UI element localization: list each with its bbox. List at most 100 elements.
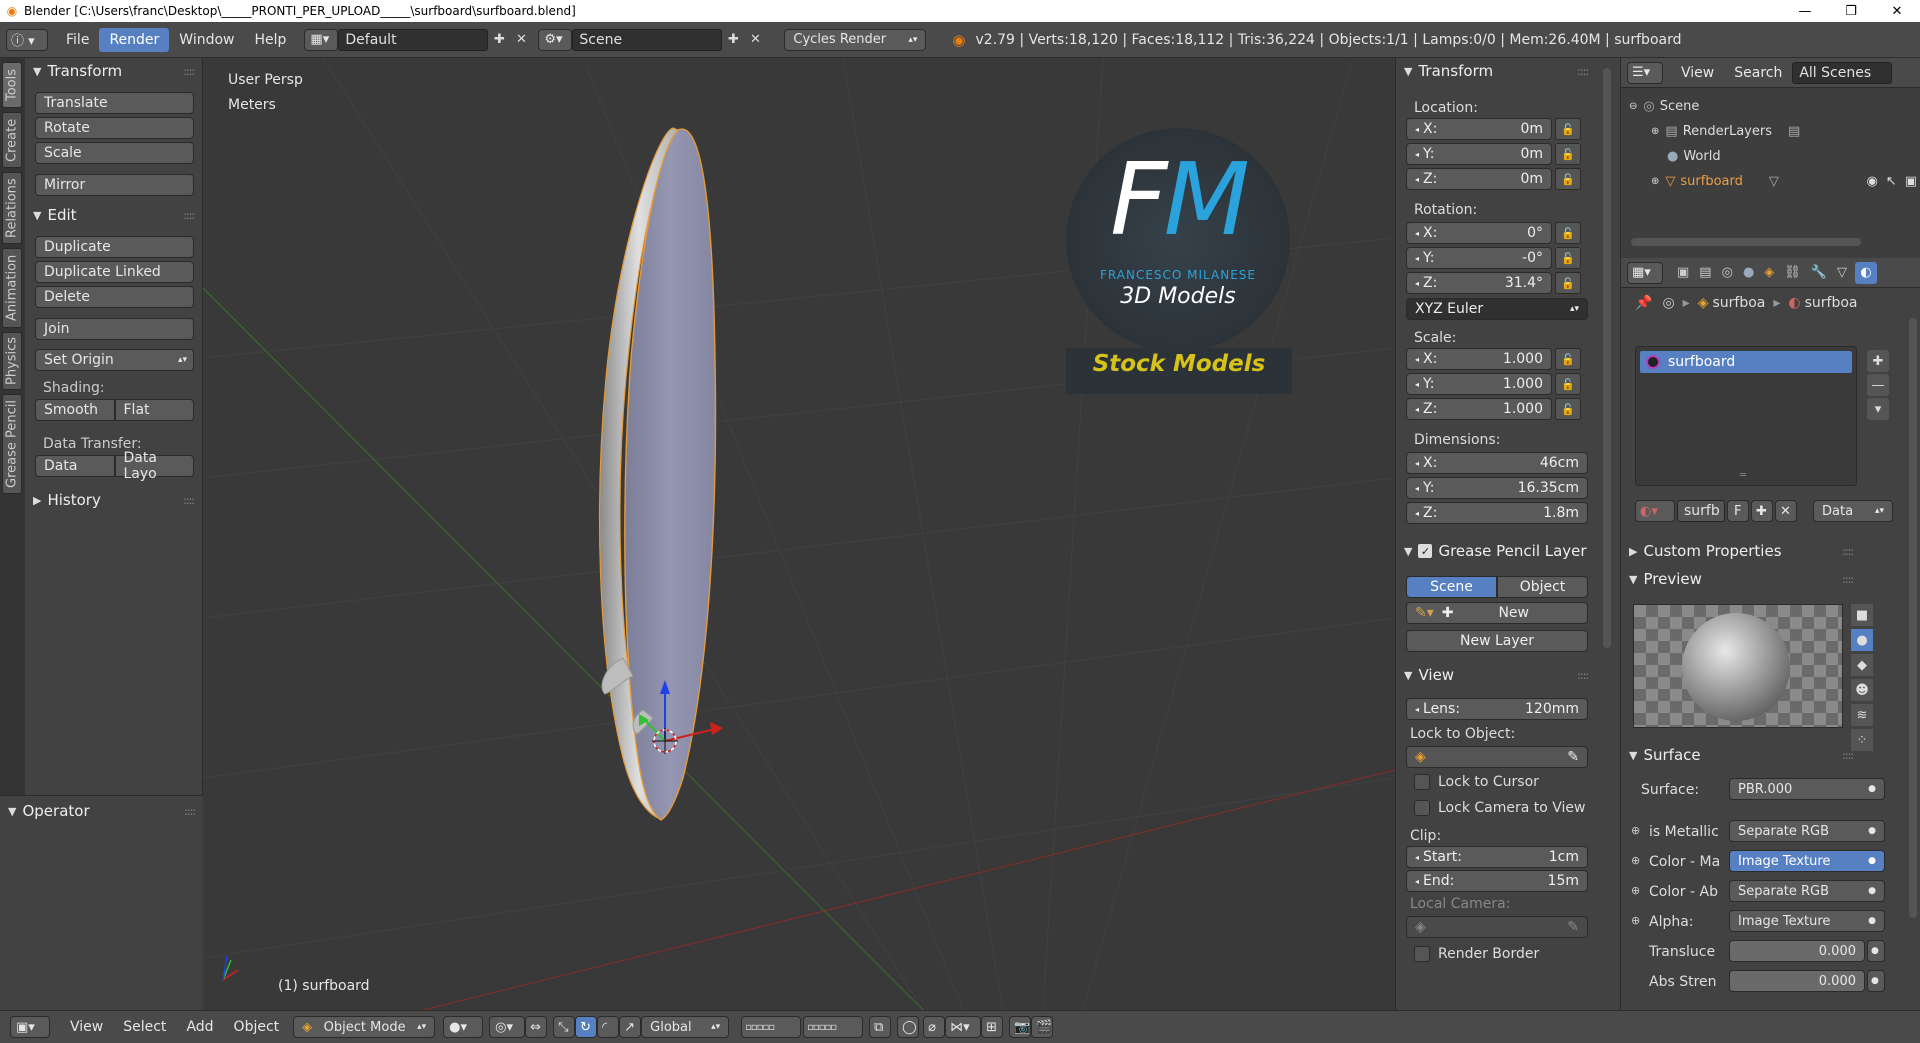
scale-manipulator-icon[interactable]: ◜ xyxy=(597,1016,620,1038)
lock-layers-icon[interactable]: ⧉ xyxy=(869,1016,892,1038)
lock-cursor-checkbox[interactable] xyxy=(1414,774,1430,790)
rotate-button[interactable]: Rotate xyxy=(35,117,194,139)
remove-layout-icon[interactable]: ✕ xyxy=(510,29,532,51)
pivot-point-icon[interactable]: ◎▾ xyxy=(489,1016,526,1038)
join-button[interactable]: Join xyxy=(35,318,194,340)
minimize-button[interactable]: — xyxy=(1782,0,1828,22)
properties-scrollbar[interactable] xyxy=(1909,318,1917,918)
clip-end-field[interactable]: ◂ End: 15m xyxy=(1406,870,1588,892)
outliner-h-scrollbar[interactable] xyxy=(1631,238,1861,246)
scene-context-icon[interactable]: ◎ xyxy=(1722,265,1733,280)
is-metallic-input[interactable]: Separate RGB ● xyxy=(1729,820,1885,842)
rotation-x-field[interactable]: ◂ X: 0° xyxy=(1406,222,1552,244)
scale-button[interactable]: Scale xyxy=(35,142,194,164)
tree-item-renderlayers[interactable]: ⊕ ▤ RenderLayers ▤ xyxy=(1651,121,1800,141)
preview-flat-icon[interactable]: ■ xyxy=(1851,604,1873,626)
3d-viewport[interactable]: FM FRANCESCO MILANESE 3D Models Stock Mo… xyxy=(203,58,1395,1010)
preview-monkey-icon[interactable]: ☻ xyxy=(1851,679,1873,701)
location-z-lock-icon[interactable]: 🔓 xyxy=(1555,168,1581,190)
grip-icon[interactable]: :::: xyxy=(183,209,195,222)
outliner-search-menu[interactable]: Search xyxy=(1724,61,1792,85)
add-slot-icon[interactable]: ✚ xyxy=(1867,350,1889,372)
lens-field[interactable]: ◂ Lens: 120mm xyxy=(1406,698,1588,720)
scale-y-field[interactable]: ◂ Y: 1.000 xyxy=(1406,373,1552,395)
viewport-shading-icon[interactable]: ●▾ xyxy=(443,1016,484,1038)
scale-x-lock-icon[interactable]: 🔓 xyxy=(1555,348,1581,370)
new-material-icon[interactable]: ✚ xyxy=(1751,500,1773,522)
screen-layout-icon[interactable]: ▦▾ xyxy=(304,28,339,51)
duplicate-linked-button[interactable]: Duplicate Linked xyxy=(35,261,194,283)
mirror-button[interactable]: Mirror xyxy=(35,174,194,196)
scene-icon[interactable]: ⚙▾ xyxy=(538,28,573,51)
set-origin-select[interactable]: Set Origin ▴▾ xyxy=(35,349,194,371)
grip-icon[interactable]: :::: xyxy=(183,65,195,78)
transform-orientation-select[interactable]: Global ▴▾ xyxy=(641,1016,730,1038)
tree-item-world[interactable]: ● World xyxy=(1667,146,1721,166)
delete-button[interactable]: Delete xyxy=(35,286,194,308)
rotation-z-field[interactable]: ◂ Z: 31.4° xyxy=(1406,272,1552,294)
gp-new-layer-button[interactable]: New Layer xyxy=(1406,630,1588,652)
interaction-mode-select[interactable]: ◈ Object Mode ▴▾ xyxy=(293,1016,436,1038)
gp-object-button[interactable]: Object xyxy=(1497,576,1588,598)
surface-shader-select[interactable]: PBR.000 ● xyxy=(1729,778,1885,800)
add-layout-icon[interactable]: ✚ xyxy=(488,29,510,51)
translate-manipulator-icon[interactable]: ⤡ xyxy=(553,1016,576,1038)
preview-sphere-icon[interactable]: ● xyxy=(1851,629,1873,651)
snap-element-icon[interactable]: ⋈▾ xyxy=(945,1016,982,1038)
abs-strength-socket-button[interactable]: ● xyxy=(1867,970,1885,992)
rotation-x-lock-icon[interactable]: 🔓 xyxy=(1555,222,1581,244)
input-socket-icon[interactable]: ⊕ xyxy=(1631,914,1640,927)
maximize-button[interactable]: ❐ xyxy=(1828,0,1874,22)
menu-add[interactable]: Add xyxy=(176,1015,223,1039)
rotation-z-lock-icon[interactable]: 🔓 xyxy=(1555,272,1581,294)
grip-icon[interactable]: :::: xyxy=(1842,545,1854,558)
rotation-y-lock-icon[interactable]: 🔓 xyxy=(1555,247,1581,269)
clip-start-field[interactable]: ◂ Start: 1cm xyxy=(1406,846,1588,868)
scene-field[interactable]: Scene xyxy=(572,28,723,51)
translucency-slider[interactable]: 0.000 xyxy=(1729,940,1865,962)
fake-user-button[interactable]: F xyxy=(1727,500,1749,522)
data-layout-button[interactable]: Data Layo xyxy=(114,450,194,482)
world-context-icon[interactable]: ● xyxy=(1743,265,1754,280)
npanel-scrollbar[interactable] xyxy=(1603,68,1611,648)
scale-y-lock-icon[interactable]: 🔓 xyxy=(1555,373,1581,395)
menu-file[interactable]: File xyxy=(56,28,99,52)
grip-icon[interactable]: :::: xyxy=(183,494,195,507)
tab-physics[interactable]: Physics xyxy=(2,332,22,390)
scale-z-field[interactable]: ◂ Z: 1.000 xyxy=(1406,398,1552,420)
scale-x-field[interactable]: ◂ X: 1.000 xyxy=(1406,348,1552,370)
transform-panel-header[interactable]: ▼ Transform:::: xyxy=(1396,58,1596,84)
resize-handle-icon[interactable]: ═ xyxy=(1740,470,1746,481)
visibility-eye-icon[interactable]: ◉ xyxy=(1866,174,1877,189)
surface-panel-header[interactable]: ▼ Surface:::: xyxy=(1621,742,1861,768)
menu-object[interactable]: Object xyxy=(224,1015,290,1039)
data-context-icon[interactable]: ▽ xyxy=(1837,265,1847,280)
location-y-lock-icon[interactable]: 🔓 xyxy=(1555,143,1581,165)
add-scene-icon[interactable]: ✚ xyxy=(722,29,744,51)
abs-strength-slider[interactable]: 0.000 xyxy=(1729,970,1865,992)
menu-window[interactable]: Window xyxy=(169,28,244,52)
screen-layout-field[interactable]: Default xyxy=(338,28,489,51)
eyedropper-icon[interactable]: ✎ xyxy=(1567,749,1579,765)
outliner-editor-type-icon[interactable]: ☰▾ xyxy=(1627,61,1663,84)
menu-view[interactable]: View xyxy=(60,1015,113,1039)
collapse-minus-icon[interactable]: ⊖ xyxy=(1629,101,1637,112)
scene-layers-grid-1[interactable]: ▫▫▫▫▫ xyxy=(741,1016,802,1038)
translate-button[interactable]: Translate xyxy=(35,92,194,114)
input-socket-icon[interactable]: ⊕ xyxy=(1631,884,1640,897)
dimensions-z-field[interactable]: ◂ Z: 1.8m xyxy=(1406,502,1588,524)
grip-icon[interactable]: :::: xyxy=(1842,573,1854,586)
location-y-field[interactable]: ◂ Y: 0m xyxy=(1406,143,1552,165)
scale-z-lock-icon[interactable]: 🔓 xyxy=(1555,398,1581,420)
remove-slot-icon[interactable]: — xyxy=(1867,374,1889,396)
material-link-select[interactable]: Data ▴▾ xyxy=(1813,500,1893,522)
dimensions-y-field[interactable]: ◂ Y: 16.35cm xyxy=(1406,477,1588,499)
grease-pencil-panel-header[interactable]: ▼ ✓ Grease Pencil Layer xyxy=(1396,538,1596,564)
remove-scene-icon[interactable]: ✕ xyxy=(744,29,766,51)
object-context-icon[interactable]: ◈ xyxy=(1764,265,1774,280)
renderlayer-toggle-icon[interactable]: ▤ xyxy=(1788,124,1800,139)
material-browse-icon[interactable]: ◐▾ xyxy=(1635,500,1675,522)
menu-select[interactable]: Select xyxy=(113,1015,176,1039)
transform-orientation-icon[interactable]: ↗ xyxy=(619,1016,642,1038)
scene-layers-grid-2[interactable]: ▫▫▫▫▫ xyxy=(803,1016,864,1038)
